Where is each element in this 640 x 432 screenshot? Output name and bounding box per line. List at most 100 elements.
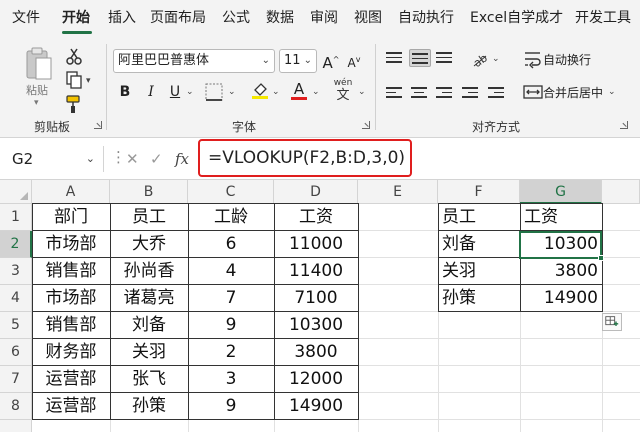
cell-d2[interactable]: 11000 bbox=[274, 231, 358, 258]
copy-icon[interactable] bbox=[64, 70, 84, 90]
cell-d6[interactable]: 3800 bbox=[274, 339, 358, 366]
enter-icon[interactable]: ✓ bbox=[150, 150, 163, 168]
formula-input[interactable]: =VLOOKUP(F2,B:D,3,0) bbox=[198, 139, 412, 177]
cell-b7[interactable]: 张飞 bbox=[110, 366, 188, 393]
align-left-icon[interactable] bbox=[386, 84, 406, 102]
cell-b1[interactable]: 员工 bbox=[110, 204, 188, 231]
cell-b6[interactable]: 关羽 bbox=[110, 339, 188, 366]
cell-c5[interactable]: 9 bbox=[188, 312, 274, 339]
tab-file[interactable]: 文件 bbox=[12, 6, 40, 30]
clipboard-dialog-launcher[interactable] bbox=[94, 121, 102, 129]
decrease-font-size-button[interactable]: Av bbox=[343, 49, 365, 71]
phonetic-guide-button[interactable]: wén 文 bbox=[328, 78, 358, 108]
more-options-icon[interactable]: ⋮ bbox=[111, 148, 126, 166]
fill-color-dropdown-arrow[interactable]: ⌄ bbox=[272, 87, 280, 97]
cell-d7[interactable]: 12000 bbox=[274, 366, 358, 393]
cell-a5[interactable]: 销售部 bbox=[32, 312, 110, 339]
cell-f2[interactable]: 刘备 bbox=[438, 231, 520, 258]
copy-dropdown-arrow[interactable]: ▾ bbox=[86, 76, 91, 86]
cell-f3[interactable]: 关羽 bbox=[438, 258, 520, 285]
cell-b4[interactable]: 诸葛亮 bbox=[110, 285, 188, 312]
top-align-icon[interactable] bbox=[386, 49, 406, 67]
cell-a2[interactable]: 市场部 bbox=[32, 231, 110, 258]
borders-icon[interactable] bbox=[204, 82, 224, 102]
bottom-align-icon[interactable] bbox=[436, 49, 456, 67]
cell-g4[interactable]: 14900 bbox=[520, 285, 602, 312]
paste-dropdown-arrow[interactable]: ▾ bbox=[34, 98, 39, 108]
tab-excel-self-study[interactable]: Excel自学成才 bbox=[470, 6, 563, 30]
underline-button[interactable]: U bbox=[164, 81, 186, 103]
format-painter-icon[interactable] bbox=[64, 94, 84, 114]
tab-developer[interactable]: 开发工具 bbox=[575, 6, 631, 30]
cancel-icon[interactable]: ✕ bbox=[126, 150, 139, 168]
cell-c2[interactable]: 6 bbox=[188, 231, 274, 258]
merge-dropdown-arrow[interactable]: ⌄ bbox=[608, 87, 616, 97]
font-name-select[interactable]: 阿里巴巴普惠体 ⌄ bbox=[113, 49, 275, 73]
cell-g1[interactable]: 工资 bbox=[520, 204, 602, 231]
cell-d4[interactable]: 7100 bbox=[274, 285, 358, 312]
italic-button[interactable]: I bbox=[140, 81, 162, 103]
wrap-text-button[interactable]: 自动换行 bbox=[543, 51, 591, 68]
middle-align-icon[interactable] bbox=[409, 49, 431, 67]
tab-view[interactable]: 视图 bbox=[354, 6, 382, 30]
name-box[interactable]: G2 ⌄ bbox=[8, 146, 104, 172]
column-header-c[interactable]: C bbox=[188, 180, 274, 204]
paste-icon[interactable] bbox=[24, 46, 54, 82]
cut-icon[interactable] bbox=[64, 46, 84, 66]
row-header-5[interactable]: 5 bbox=[0, 312, 32, 339]
orientation-icon[interactable]: ab bbox=[470, 48, 490, 68]
font-size-select[interactable]: 11 ⌄ bbox=[279, 49, 317, 73]
cell-g3[interactable]: 3800 bbox=[520, 258, 602, 285]
fill-handle[interactable] bbox=[598, 255, 604, 261]
insert-function-icon[interactable]: fx bbox=[175, 150, 189, 168]
row-header-7[interactable]: 7 bbox=[0, 366, 32, 393]
font-color-dropdown-arrow[interactable]: ⌄ bbox=[312, 87, 320, 97]
cell-a4[interactable]: 市场部 bbox=[32, 285, 110, 312]
alignment-dialog-launcher[interactable] bbox=[620, 121, 628, 129]
select-all-button[interactable] bbox=[0, 180, 32, 204]
cell-d5[interactable]: 10300 bbox=[274, 312, 358, 339]
wrap-text-icon[interactable] bbox=[523, 49, 543, 69]
font-dialog-launcher[interactable] bbox=[362, 121, 370, 129]
fill-color-icon[interactable] bbox=[250, 80, 270, 100]
row-header-8[interactable]: 8 bbox=[0, 393, 32, 420]
increase-indent-icon[interactable] bbox=[488, 84, 508, 102]
cell-a3[interactable]: 销售部 bbox=[32, 258, 110, 285]
merge-center-button[interactable]: 合并后居中 bbox=[543, 84, 603, 101]
cell-c8[interactable]: 9 bbox=[188, 393, 274, 420]
column-header-d[interactable]: D bbox=[274, 180, 358, 204]
cell-c4[interactable]: 7 bbox=[188, 285, 274, 312]
row-header-4[interactable]: 4 bbox=[0, 285, 32, 312]
phonetic-dropdown-arrow[interactable]: ⌄ bbox=[358, 87, 366, 97]
cell-f1[interactable]: 员工 bbox=[438, 204, 520, 231]
cell-a1[interactable]: 部门 bbox=[32, 204, 110, 231]
tab-formulas[interactable]: 公式 bbox=[222, 6, 250, 30]
cell-d8[interactable]: 14900 bbox=[274, 393, 358, 420]
cell-b8[interactable]: 孙策 bbox=[110, 393, 188, 420]
underline-dropdown-arrow[interactable]: ⌄ bbox=[186, 87, 194, 97]
tab-page-layout[interactable]: 页面布局 bbox=[150, 6, 206, 30]
align-right-icon[interactable] bbox=[436, 84, 456, 102]
cell-b2[interactable]: 大乔 bbox=[110, 231, 188, 258]
increase-font-size-button[interactable]: A^ bbox=[320, 49, 342, 72]
borders-dropdown-arrow[interactable]: ⌄ bbox=[228, 87, 236, 97]
cell-d1[interactable]: 工资 bbox=[274, 204, 358, 231]
cell-c6[interactable]: 2 bbox=[188, 339, 274, 366]
cell-c1[interactable]: 工龄 bbox=[188, 204, 274, 231]
column-header-a[interactable]: A bbox=[32, 180, 110, 204]
tab-automate[interactable]: 自动执行 bbox=[398, 6, 454, 30]
tab-home[interactable]: 开始 bbox=[62, 6, 90, 30]
column-header-h[interactable] bbox=[602, 180, 640, 204]
column-header-g[interactable]: G bbox=[520, 180, 602, 204]
row-header-9[interactable] bbox=[0, 420, 32, 432]
cell-a6[interactable]: 财务部 bbox=[32, 339, 110, 366]
orientation-dropdown-arrow[interactable]: ⌄ bbox=[492, 54, 500, 64]
quick-analysis-icon[interactable] bbox=[602, 313, 622, 331]
cell-b5[interactable]: 刘备 bbox=[110, 312, 188, 339]
row-header-1[interactable]: 1 bbox=[0, 204, 32, 231]
column-header-f[interactable]: F bbox=[438, 180, 520, 204]
decrease-indent-icon[interactable] bbox=[462, 84, 482, 102]
cell-d3[interactable]: 11400 bbox=[274, 258, 358, 285]
cell-c3[interactable]: 4 bbox=[188, 258, 274, 285]
tab-data[interactable]: 数据 bbox=[266, 6, 294, 30]
